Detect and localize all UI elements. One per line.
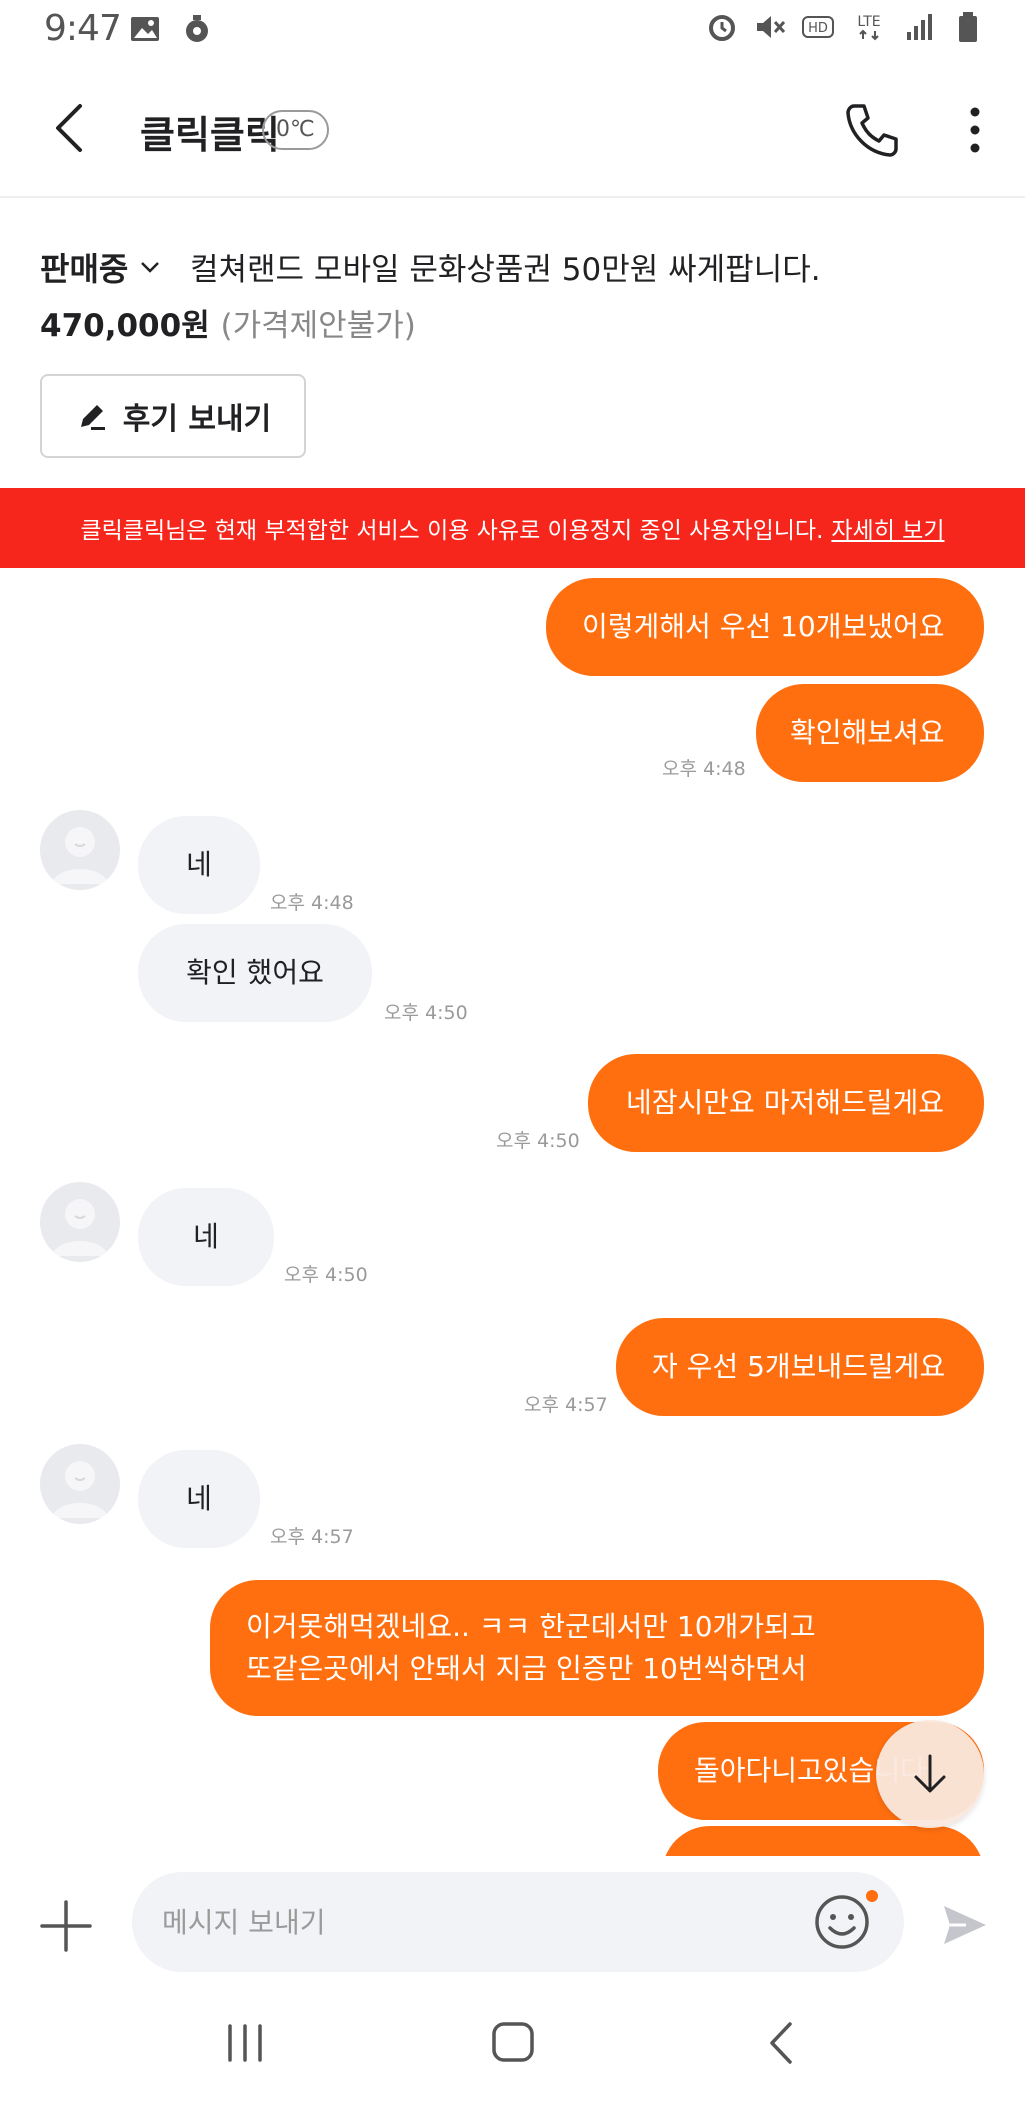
profile-placeholder-icon	[52, 827, 108, 884]
image-icon	[131, 17, 159, 41]
message-input[interactable]	[162, 1900, 802, 1944]
message-bubble-incoming[interactable]: 네	[138, 816, 260, 914]
message-bubble-outgoing[interactable]: 자 우선 5개보내드릴게요	[616, 1318, 984, 1416]
phone-icon[interactable]	[842, 100, 902, 160]
status-time: 9:47	[44, 8, 122, 49]
system-navigation-bar	[0, 1986, 1025, 2107]
chevron-down-icon	[141, 262, 160, 273]
pencil-icon	[80, 405, 105, 430]
svg-text:LTE: LTE	[857, 14, 880, 30]
home-icon[interactable]	[488, 2016, 538, 2066]
send-review-label: 후기 보내기	[122, 402, 272, 437]
message-time: 오후 4:48	[270, 892, 354, 914]
message-time: 오후 4:50	[284, 1264, 368, 1286]
message-bubble-incoming[interactable]: 네	[138, 1188, 274, 1286]
message-time: 오후 4:48	[662, 758, 746, 780]
arrow-down-icon	[914, 1754, 946, 1793]
plus-icon[interactable]	[40, 1900, 92, 1952]
nav-back-icon[interactable]	[762, 2018, 802, 2068]
send-review-button[interactable]: 후기 보내기	[40, 374, 306, 458]
more-options-icon[interactable]	[955, 102, 995, 158]
message-bubble-outgoing[interactable]: 확인해보셔요	[756, 684, 984, 782]
message-text: 네잠시만요 마저해드릴게요	[626, 1086, 945, 1119]
chat-message-list[interactable]: 이렇게해서 우선 10개보냈어요 확인해보셔요 오후 4:48 네 오후 4:4…	[0, 568, 1025, 1856]
profile-placeholder-icon	[52, 1199, 108, 1256]
signal-icon	[907, 14, 932, 40]
product-title[interactable]: 컬쳐랜드 모바일 문화상품권 50만원 싸게팝니다.	[190, 244, 821, 289]
product-info: 판매중 컬쳐랜드 모바일 문화상품권 50만원 싸게팝니다. 470,000원 …	[0, 200, 1025, 488]
scroll-to-bottom-button[interactable]	[876, 1720, 984, 1828]
message-text-line: 이거못해먹겠네요.. ㅋㅋ 한군데서만 10개가되고	[246, 1610, 816, 1643]
svg-text:HD: HD	[808, 21, 828, 36]
message-text-line: 또같은곳에서 안돼서 지금 인증만 10번씩하면서	[246, 1652, 807, 1685]
message-bubble-incoming[interactable]: 네	[138, 1450, 260, 1548]
recent-apps-icon[interactable]	[220, 2018, 270, 2068]
chat-title: 클릭클릭	[140, 113, 280, 157]
message-text: 네	[193, 1220, 219, 1253]
message-text: 네	[186, 848, 212, 881]
back-arrow-icon[interactable]	[44, 100, 100, 156]
battery-icon	[959, 12, 977, 42]
emoji-icon[interactable]	[812, 1892, 872, 1952]
send-icon[interactable]	[940, 1900, 990, 1950]
lens-icon	[186, 15, 208, 42]
message-bubble-incoming[interactable]: 확인 했어요	[138, 924, 372, 1022]
message-bubble-outgoing[interactable]: 이거못해먹겠네요.. ㅋㅋ 한군데서만 10개가되고 또같은곳에서 안돼서 지금…	[210, 1580, 984, 1716]
product-price: 470,000원	[40, 308, 210, 344]
message-text: 자 우선 5개보내드릴게요	[652, 1350, 946, 1383]
message-time: 오후 4:50	[384, 1002, 468, 1024]
message-bubble-outgoing[interactable]: 이렇게해서 우선 10개보냈어요	[546, 578, 984, 676]
profile-placeholder-icon	[52, 1461, 108, 1518]
message-composer	[0, 1856, 1025, 1986]
message-time: 오후 4:50	[496, 1130, 580, 1152]
sale-status-dropdown[interactable]: 판매중	[40, 244, 162, 290]
chat-header: 클릭클릭 0℃	[0, 62, 1025, 198]
message-bubble-partial	[662, 1826, 984, 1856]
product-price-row: 470,000원 (가격제안불가)	[40, 300, 416, 345]
lte-icon: LTE	[857, 14, 881, 41]
notification-dot	[866, 1890, 878, 1902]
message-time: 오후 4:57	[270, 1526, 354, 1548]
sale-status-label: 판매중	[40, 250, 129, 288]
price-note: (가격제안불가)	[220, 308, 416, 344]
hd-icon: HD	[802, 16, 834, 38]
suspension-banner: 클릭클릭님은 현재 부적합한 서비스 이용 사유로 이용정지 중인 사용자입니다…	[0, 488, 1025, 568]
message-text: 네	[186, 1482, 212, 1515]
message-bubble-outgoing[interactable]: 네잠시만요 마저해드릴게요	[588, 1054, 984, 1152]
message-text: 확인해보셔요	[790, 716, 945, 749]
message-text: 이렇게해서 우선 10개보냈어요	[582, 610, 945, 643]
mute-icon	[757, 16, 786, 38]
avatar[interactable]	[40, 1444, 120, 1524]
avatar[interactable]	[40, 1182, 120, 1262]
avatar[interactable]	[40, 810, 120, 890]
message-time: 오후 4:57	[524, 1394, 608, 1416]
details-link[interactable]: 자세히 보기	[831, 511, 944, 545]
alarm-icon	[709, 15, 735, 41]
status-bar: 9:47 HD LTE	[0, 0, 1025, 62]
message-text: 확인 했어요	[186, 956, 324, 989]
message-input-container	[132, 1872, 904, 1972]
suspension-text: 클릭클릭님은 현재 부적합한 서비스 이용 사유로 이용정지 중인 사용자입니다…	[80, 518, 824, 544]
manner-temperature-badge[interactable]: 0℃	[262, 110, 329, 150]
